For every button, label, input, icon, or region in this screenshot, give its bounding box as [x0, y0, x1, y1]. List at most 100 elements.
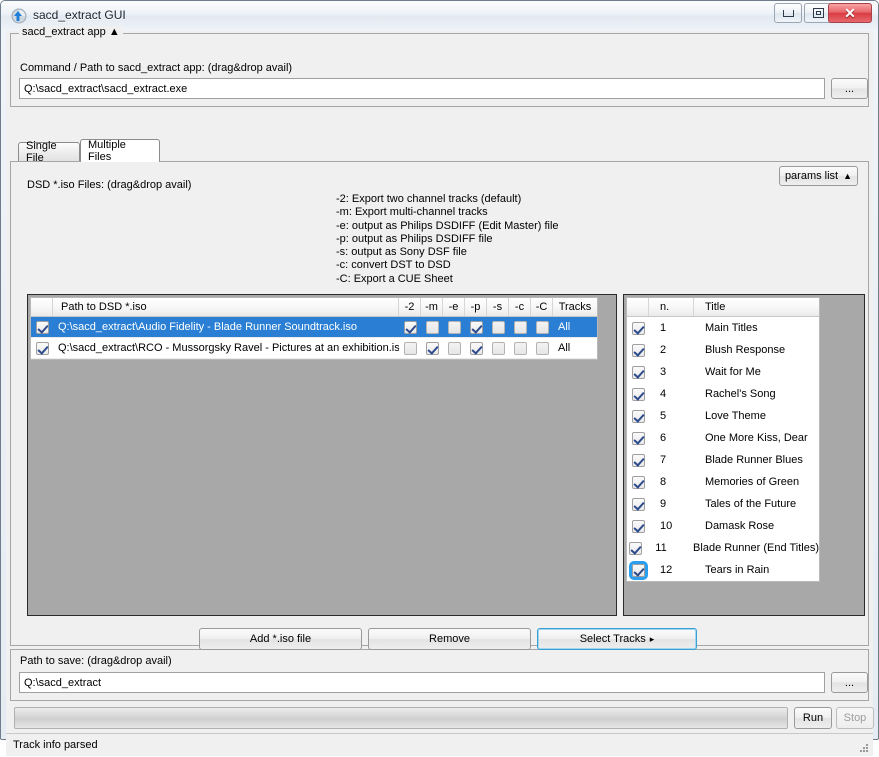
row-option-2[interactable]	[399, 317, 421, 337]
track-number: 11	[655, 542, 667, 554]
list-item[interactable]: 4 Rachel's Song	[627, 383, 819, 405]
header-track-checkbox-column	[627, 298, 649, 316]
row-path[interactable]: Q:\sacd_extract\RCO - Mussorgsky Ravel -…	[53, 338, 399, 358]
minimize-icon	[782, 9, 794, 17]
track-number: 12	[660, 564, 673, 576]
row-option-m[interactable]	[421, 338, 443, 358]
list-item[interactable]: 2 Blush Response	[627, 339, 819, 361]
checkbox-icon	[535, 341, 549, 355]
header-path-column[interactable]: Path to DSD *.iso	[53, 298, 399, 316]
list-item[interactable]: 9 Tales of the Future	[627, 493, 819, 515]
resize-grip-icon[interactable]	[858, 742, 870, 754]
app-group-title[interactable]: sacd_extract app ▲	[19, 26, 123, 38]
tracks-list-panel: n. Title 1 Main Titles 2 Blush Response	[623, 294, 865, 616]
remove-button[interactable]: Remove	[368, 628, 531, 650]
row-option-e[interactable]	[443, 317, 465, 337]
tab-multiple-files[interactable]: Multiple Files	[80, 139, 160, 163]
header-track-number-column[interactable]: n.	[649, 298, 694, 316]
add-iso-file-button[interactable]: Add *.iso file	[199, 628, 362, 650]
list-item[interactable]: 6 One More Kiss, Dear	[627, 427, 819, 449]
track-checkbox[interactable]	[627, 515, 649, 537]
track-title: Love Theme	[705, 410, 766, 422]
header-option-p[interactable]: -p	[465, 298, 487, 316]
checkbox-icon	[469, 341, 483, 355]
row-option-c[interactable]	[509, 317, 531, 337]
track-number: 10	[660, 520, 673, 532]
table-row[interactable]: Q:\sacd_extract\RCO - Mussorgsky Ravel -…	[31, 338, 597, 359]
list-item[interactable]: 11 Blade Runner (End Titles)	[627, 537, 819, 559]
header-option-m[interactable]: -m	[421, 298, 443, 316]
row-option-p[interactable]	[465, 317, 487, 337]
checkbox-icon	[403, 320, 417, 334]
row-option-2[interactable]	[399, 338, 421, 358]
header-track-title-column[interactable]: Title	[694, 298, 819, 316]
list-item[interactable]: 1 Main Titles	[627, 317, 819, 339]
row-option-p[interactable]	[465, 338, 487, 358]
list-item[interactable]: 3 Wait for Me	[627, 361, 819, 383]
header-option-c[interactable]: -c	[509, 298, 531, 316]
track-checkbox[interactable]	[627, 405, 649, 427]
sacd-extract-app-group: sacd_extract app ▲ Command / Path to sac…	[10, 26, 869, 107]
save-path-input[interactable]	[19, 672, 825, 693]
checkbox-icon	[491, 320, 505, 334]
title-bar[interactable]: sacd_extract GUI ✕	[1, 1, 878, 30]
track-checkbox[interactable]	[627, 493, 649, 515]
select-tracks-button[interactable]: Select Tracks ▸	[537, 628, 697, 650]
row-tracks[interactable]: All	[553, 338, 597, 358]
row-enable-checkbox[interactable]	[31, 317, 53, 337]
checkbox-icon	[631, 387, 645, 401]
minimize-button[interactable]	[774, 3, 802, 23]
triangle-right-icon: ▸	[649, 633, 655, 644]
track-title: Blush Response	[705, 344, 786, 356]
header-option-C-upper[interactable]: -C	[531, 298, 553, 316]
track-checkbox[interactable]	[627, 471, 649, 493]
header-option-s[interactable]: -s	[487, 298, 509, 316]
run-button[interactable]: Run	[794, 707, 832, 729]
command-browse-button[interactable]: ...	[831, 78, 868, 99]
files-grid[interactable]: Path to DSD *.iso -2 -m -e -p -s -c -C T…	[30, 297, 598, 360]
row-option-C-upper[interactable]	[531, 338, 553, 358]
list-item[interactable]: 8 Memories of Green	[627, 471, 819, 493]
track-checkbox[interactable]	[627, 339, 649, 361]
table-row[interactable]: Q:\sacd_extract\Audio Fidelity - Blade R…	[31, 317, 597, 338]
row-path[interactable]: Q:\sacd_extract\Audio Fidelity - Blade R…	[53, 317, 399, 337]
list-item[interactable]: 5 Love Theme	[627, 405, 819, 427]
row-enable-checkbox[interactable]	[31, 338, 53, 358]
checkbox-icon	[631, 475, 645, 489]
checkbox-icon	[631, 519, 645, 533]
row-tracks[interactable]: All	[553, 317, 597, 337]
close-button[interactable]: ✕	[828, 3, 872, 23]
status-bar: Track info parsed	[6, 733, 873, 756]
track-checkbox[interactable]	[627, 361, 649, 383]
row-option-c[interactable]	[509, 338, 531, 358]
row-option-s[interactable]	[487, 338, 509, 358]
row-option-C-upper[interactable]	[531, 317, 553, 337]
save-browse-button[interactable]: ...	[831, 672, 868, 693]
track-checkbox[interactable]	[627, 427, 649, 449]
track-number: 7	[660, 454, 667, 466]
status-text: Track info parsed	[13, 739, 98, 751]
track-checkbox[interactable]	[627, 383, 649, 405]
header-tracks-column[interactable]: Tracks	[553, 298, 597, 316]
tracks-grid[interactable]: n. Title 1 Main Titles 2 Blush Response	[626, 297, 820, 582]
row-option-s[interactable]	[487, 317, 509, 337]
header-option-e[interactable]: -e	[443, 298, 465, 316]
tab-single-file[interactable]: Single File	[18, 140, 80, 164]
checkbox-icon	[491, 341, 505, 355]
list-item[interactable]: 7 Blade Runner Blues	[627, 449, 819, 471]
track-checkbox[interactable]	[627, 317, 649, 339]
checkbox-icon	[631, 343, 645, 357]
track-title: Damask Rose	[705, 520, 775, 532]
header-option-2[interactable]: -2	[399, 298, 421, 316]
checkbox-icon	[447, 341, 461, 355]
command-path-input[interactable]	[19, 78, 825, 99]
list-item[interactable]: 12 Tears in Rain	[627, 559, 819, 581]
checkbox-icon	[35, 320, 49, 334]
list-item[interactable]: 10 Damask Rose	[627, 515, 819, 537]
params-list-button[interactable]: params list ▲	[779, 166, 858, 186]
track-checkbox[interactable]	[627, 537, 644, 559]
row-option-e[interactable]	[443, 338, 465, 358]
row-option-m[interactable]	[421, 317, 443, 337]
track-checkbox[interactable]	[627, 449, 649, 471]
track-checkbox[interactable]	[627, 559, 649, 581]
